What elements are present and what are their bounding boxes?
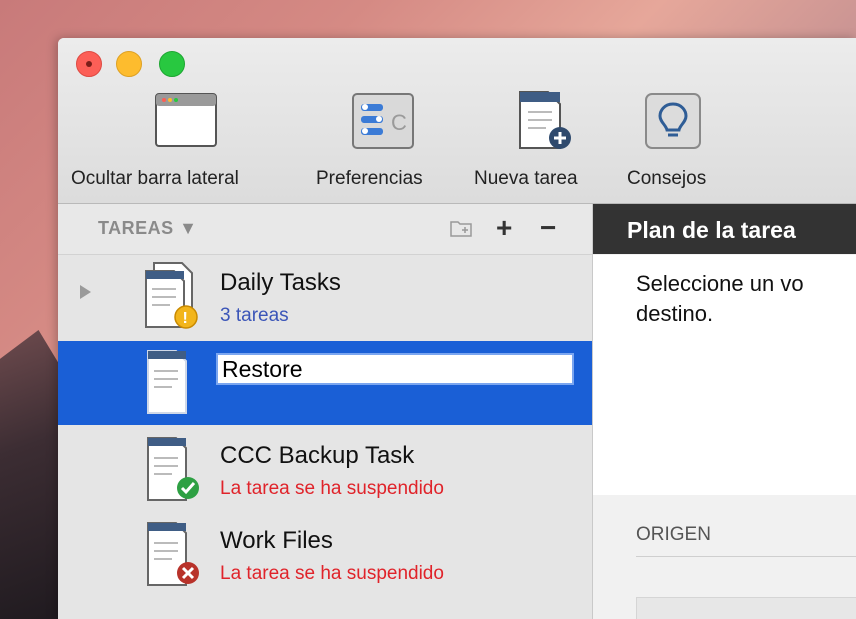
preferences-icon: C xyxy=(352,93,414,149)
svg-text:!: ! xyxy=(183,310,188,327)
svg-text:C: C xyxy=(391,110,407,135)
task-item-daily-tasks[interactable]: ! Daily Tasks 3 tareas xyxy=(58,255,592,339)
origin-divider xyxy=(636,556,856,557)
tips-label: Consejos xyxy=(627,168,707,189)
preferences-label: Preferencias xyxy=(316,168,423,189)
tasks-section-title[interactable]: TAREAS ▼ xyxy=(98,218,198,239)
task-item-work-files[interactable]: Work Files La tarea se ha suspendido xyxy=(58,513,592,597)
add-task-button[interactable]: + xyxy=(496,212,512,244)
task-plan-body: Seleccione un vo destino. xyxy=(593,255,856,495)
task-status: 3 tareas xyxy=(220,305,289,326)
task-plan-header: Plan de la tarea xyxy=(593,204,856,254)
task-status: La tarea se ha suspendido xyxy=(220,478,444,499)
task-name: Daily Tasks xyxy=(220,269,341,296)
remove-task-button[interactable]: − xyxy=(540,212,556,244)
task-rename-input[interactable] xyxy=(216,353,574,385)
toolbar: Ocultar barra lateral C Preferencias Nue… xyxy=(58,38,856,204)
task-name: CCC Backup Task xyxy=(220,442,415,469)
task-group-icon: ! xyxy=(145,262,198,329)
window-icon xyxy=(155,93,217,147)
disclosure-triangle-icon[interactable] xyxy=(80,285,91,299)
app-window: Ocultar barra lateral C Preferencias Nue… xyxy=(58,38,856,619)
origin-label: ORIGEN xyxy=(636,524,711,545)
minimize-window-button[interactable] xyxy=(116,51,142,77)
task-document-icon xyxy=(147,522,199,586)
task-item-selected[interactable] xyxy=(58,341,592,425)
select-destination-message: Seleccione un vo destino. xyxy=(636,271,804,326)
task-plan-title: Plan de la tarea xyxy=(627,217,796,243)
tasks-section-label: TAREAS xyxy=(98,218,174,238)
lightbulb-icon xyxy=(645,93,701,149)
new-folder-icon[interactable] xyxy=(450,219,472,237)
task-status: La tarea se ha suspendido xyxy=(220,563,444,584)
task-item-ccc-backup[interactable]: CCC Backup Task La tarea se ha suspendid… xyxy=(58,428,592,512)
hide-sidebar-label: Ocultar barra lateral xyxy=(71,168,239,189)
new-task-icon xyxy=(519,91,571,149)
new-task-label: Nueva tarea xyxy=(474,168,578,189)
close-window-button[interactable] xyxy=(76,51,102,77)
task-document-icon xyxy=(147,437,199,501)
origin-selector[interactable] xyxy=(636,597,856,619)
task-sidebar: TAREAS ▼ + − ! Daily Tasks 3 tareas Rest… xyxy=(58,204,593,619)
task-plan-panel: Plan de la tarea Seleccione un vo destin… xyxy=(593,204,856,619)
zoom-window-button[interactable] xyxy=(159,51,185,77)
sidebar-header: TAREAS ▼ + − xyxy=(58,204,592,255)
task-document-icon xyxy=(147,350,187,414)
task-name: Work Files xyxy=(220,527,333,554)
